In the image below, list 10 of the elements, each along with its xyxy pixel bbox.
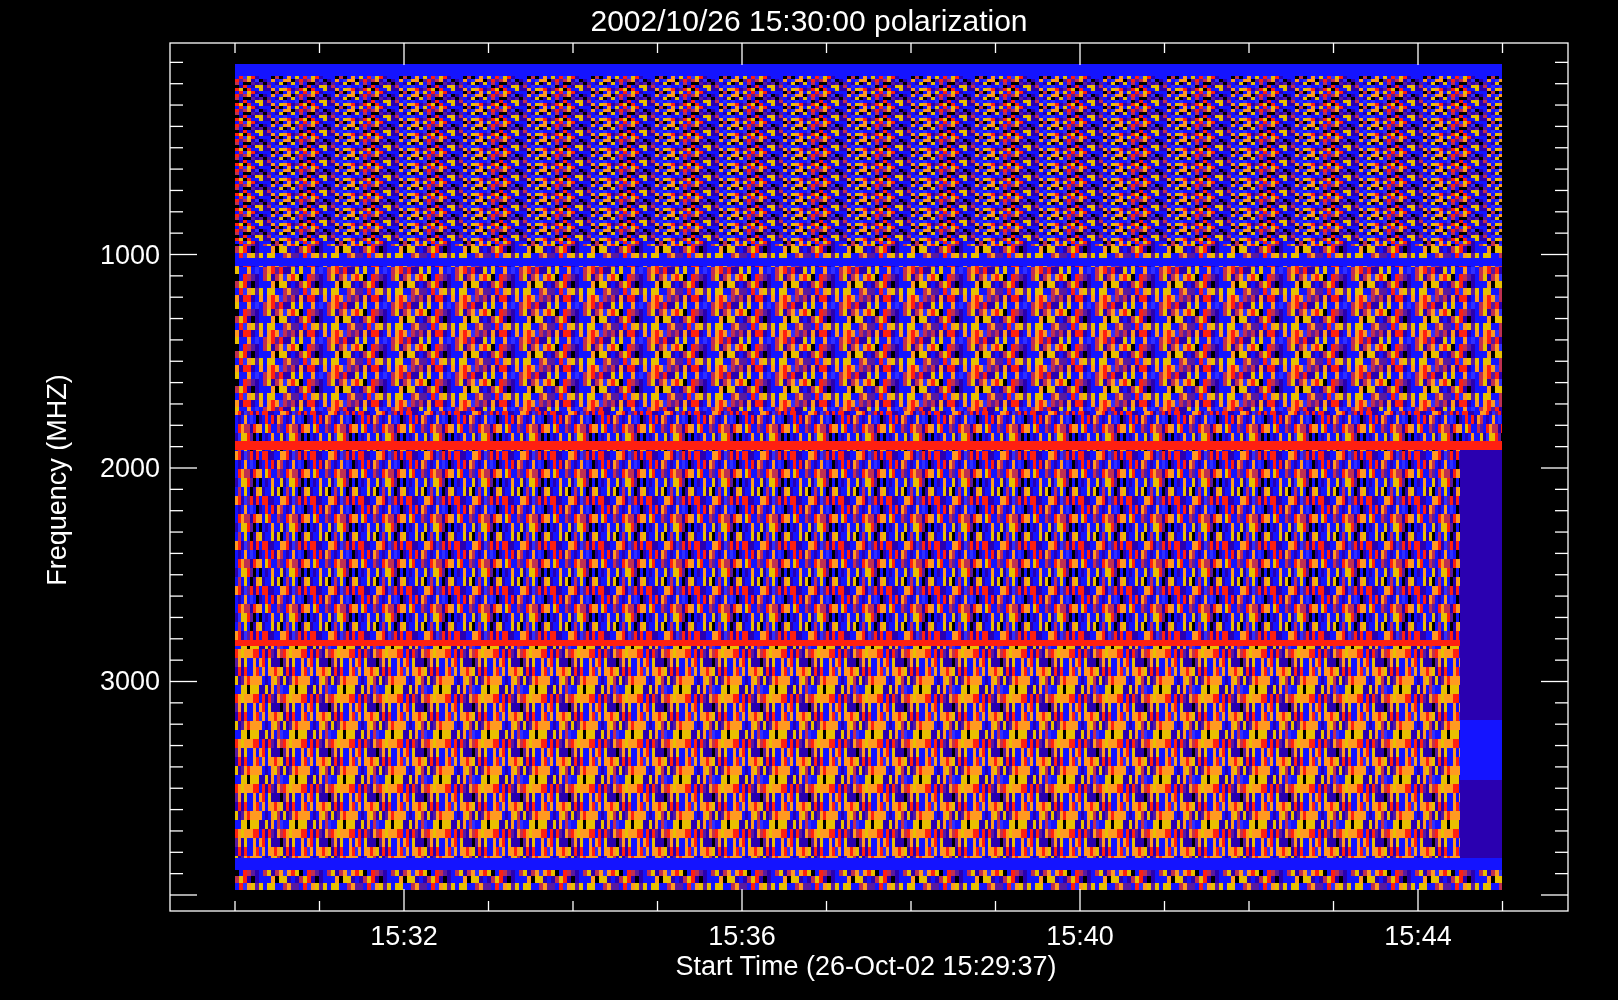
x-tick-label: 15:32 bbox=[370, 921, 438, 951]
x-tick-label: 15:44 bbox=[1384, 921, 1452, 951]
x-tick-label: 15:36 bbox=[708, 921, 776, 951]
y-tick-label: 3000 bbox=[99, 666, 160, 696]
plot-title: 2002/10/26 15:30:00 polarization bbox=[590, 4, 1028, 37]
x-axis-label: Start Time (26-Oct-02 15:29:37) bbox=[675, 951, 1057, 981]
y-tick-label: 1000 bbox=[99, 240, 160, 270]
y-axis-label: Frequency (MHZ) bbox=[42, 374, 72, 586]
x-tick-label: 15:40 bbox=[1046, 921, 1114, 951]
y-tick-label: 2000 bbox=[99, 453, 160, 483]
